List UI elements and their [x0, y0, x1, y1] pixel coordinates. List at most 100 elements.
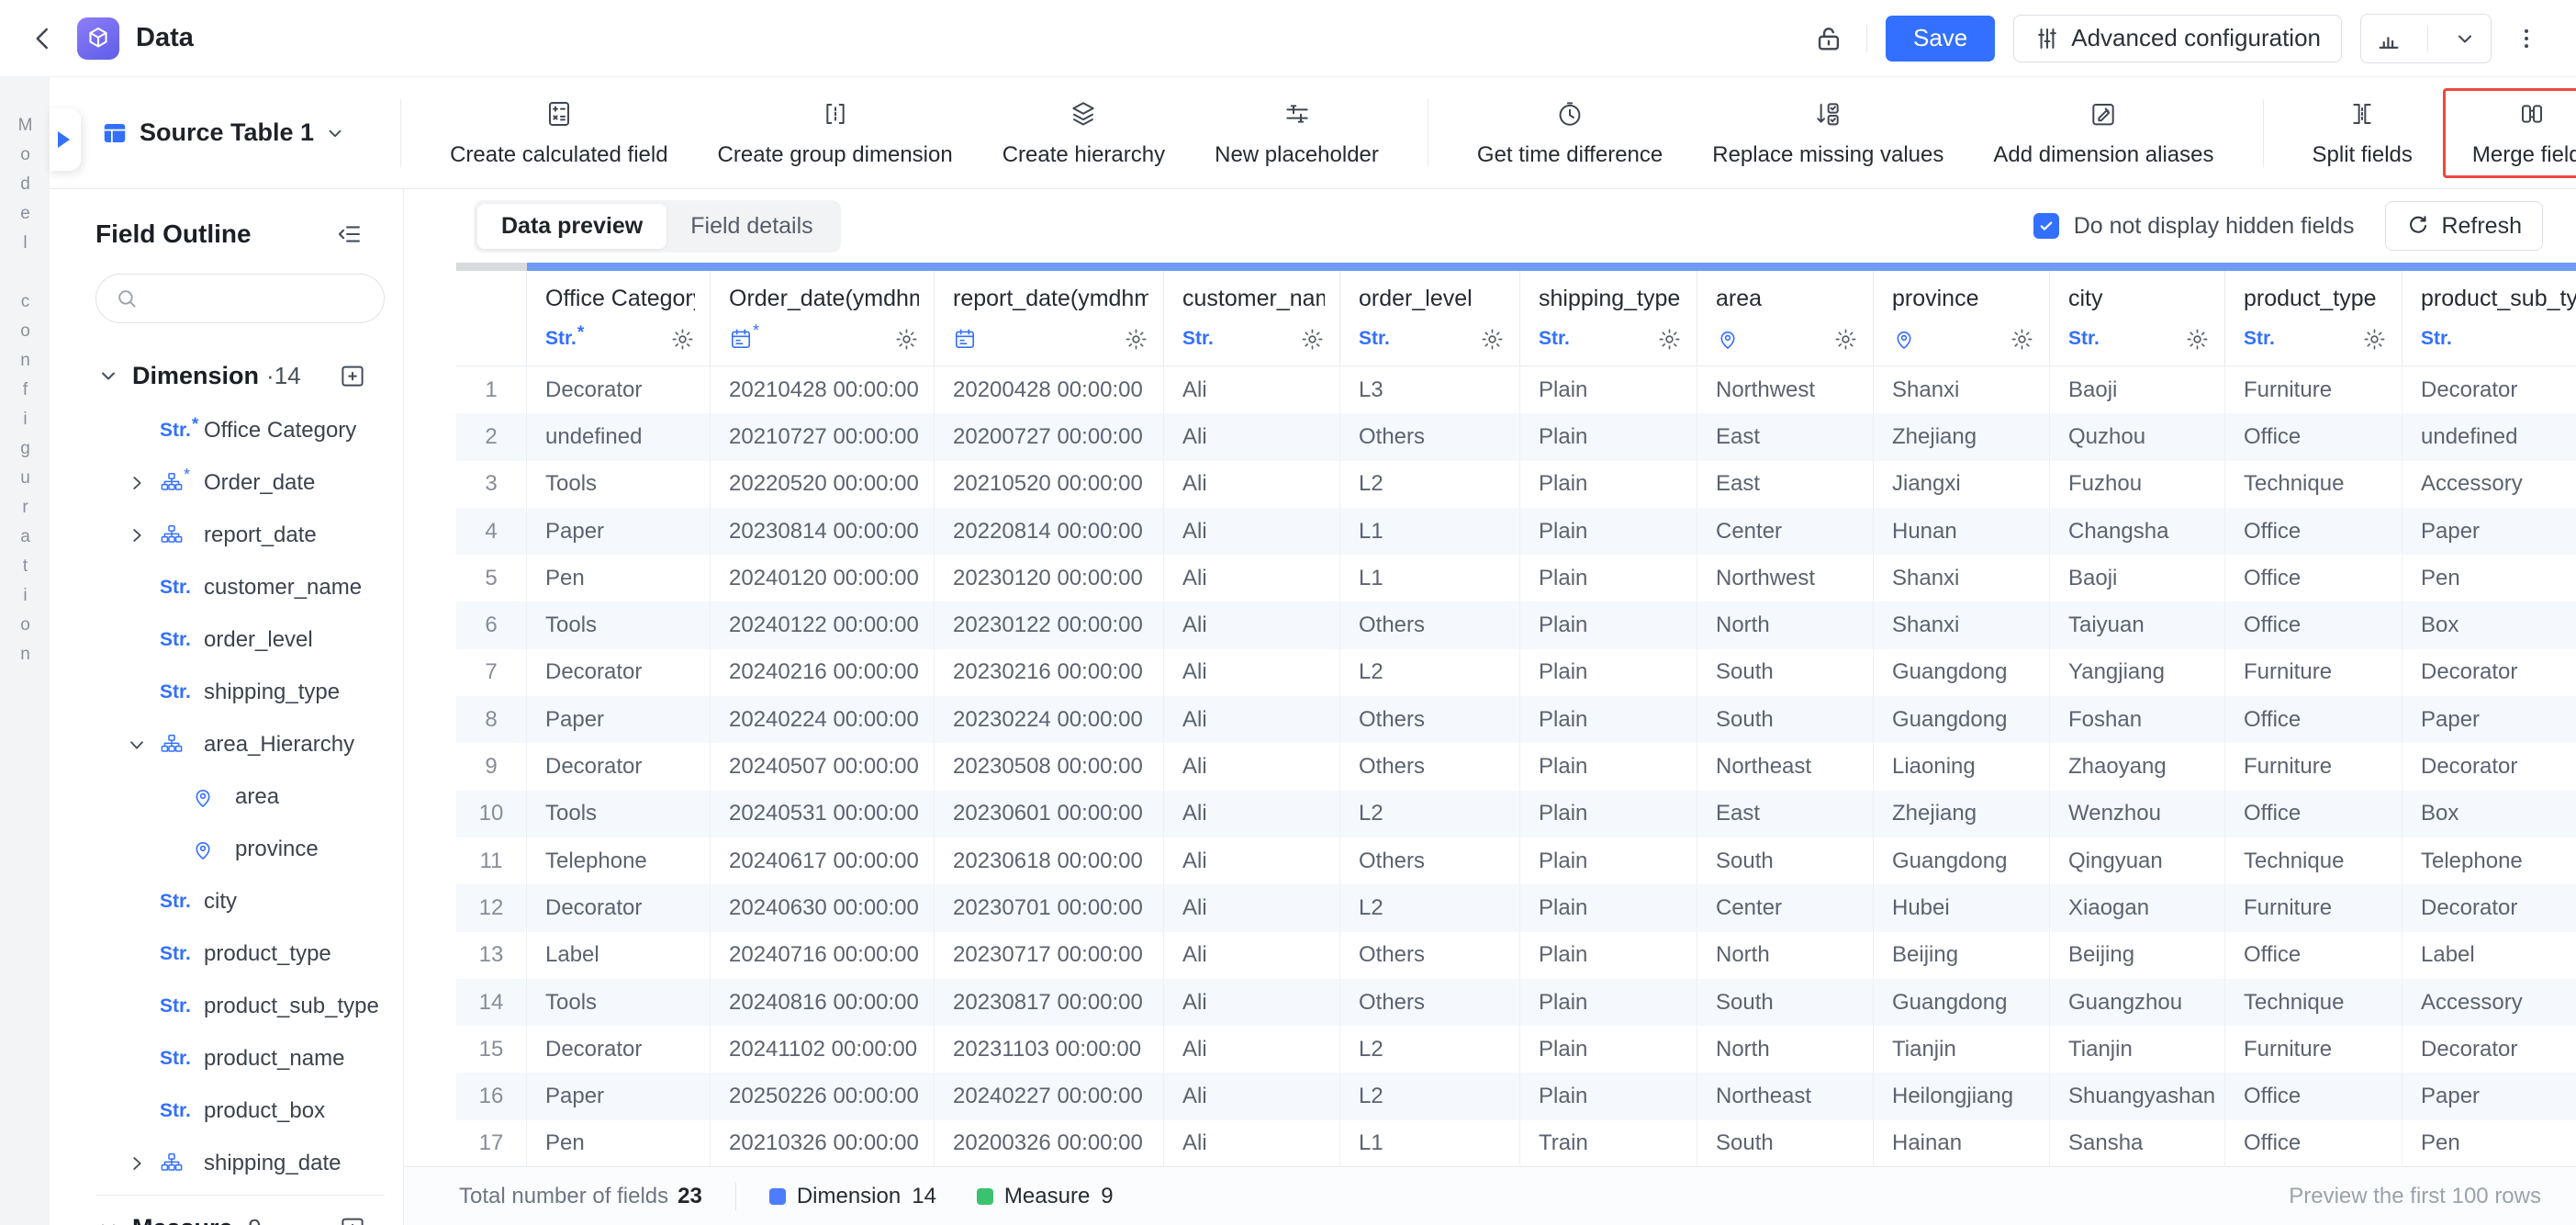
- row-number: 15: [456, 1026, 527, 1073]
- gear-icon[interactable]: [2185, 327, 2210, 352]
- column-header-order-date-ymdhms-[interactable]: Order_date(ymdhms) *: [711, 271, 935, 365]
- advanced-configuration-button[interactable]: Advanced configuration: [2013, 15, 2342, 62]
- field-item-shipping-date[interactable]: shipping_date: [50, 1137, 403, 1189]
- chevron-right-icon[interactable]: [127, 473, 160, 493]
- add-group-folder-icon[interactable]: [339, 1214, 366, 1225]
- replace-missing-values-button[interactable]: Replace missing values: [1687, 98, 1968, 168]
- save-button[interactable]: Save: [1886, 16, 1995, 62]
- table-row: 10Tools20240531 00:00:0020230601 00:00:0…: [456, 791, 2576, 837]
- chevron-down-icon[interactable]: [127, 735, 160, 755]
- create-hierarchy-button[interactable]: Create hierarchy: [978, 98, 1190, 168]
- bar-chart-icon[interactable]: [2361, 15, 2416, 62]
- field-item-province[interactable]: province: [50, 823, 403, 875]
- field-item-area-hierarchy[interactable]: area_Hierarchy: [50, 718, 403, 770]
- field-item-city[interactable]: Str.city: [50, 875, 403, 927]
- column-header-city[interactable]: city Str.: [2050, 271, 2225, 365]
- column-header-province[interactable]: province: [1874, 271, 2050, 365]
- field-search-input[interactable]: [95, 274, 385, 323]
- gear-icon[interactable]: [894, 327, 919, 352]
- gear-icon[interactable]: [1300, 327, 1325, 352]
- collapse-outline-icon[interactable]: [333, 218, 366, 251]
- table-cell: L2: [1340, 649, 1520, 696]
- chevron-right-icon[interactable]: [127, 525, 160, 545]
- new-placeholder-button[interactable]: New placeholder: [1190, 98, 1404, 168]
- string-type-icon: Str.: [160, 629, 191, 651]
- add-group-folder-icon[interactable]: [339, 362, 366, 389]
- split-fields-button[interactable]: Split fields: [2288, 98, 2437, 168]
- gear-icon[interactable]: [670, 327, 695, 352]
- table-scroll-bar[interactable]: [527, 263, 2576, 271]
- lock-button[interactable]: [1809, 19, 1848, 58]
- field-item-product-box[interactable]: Str.product_box: [50, 1085, 403, 1137]
- field-item-product-sub-type[interactable]: Str.product_sub_type: [50, 980, 403, 1032]
- column-header-product-type[interactable]: product_type Str.: [2225, 271, 2402, 365]
- tab-data-preview[interactable]: Data preview: [477, 204, 666, 249]
- play-triangle-icon: [58, 131, 70, 148]
- source-table-select[interactable]: Source Table 1: [101, 118, 345, 147]
- row-number: 16: [456, 1073, 527, 1119]
- table-cell: Ali: [1164, 508, 1340, 555]
- field-item-product-type[interactable]: Str.product_type: [50, 927, 403, 980]
- gear-icon[interactable]: [1480, 327, 1505, 352]
- column-header-shipping-type[interactable]: shipping_type Str.: [1520, 271, 1697, 365]
- string-type-icon: Str.: [1359, 328, 1390, 350]
- column-header-report-date-ymdhms-[interactable]: report_date(ymdhms): [935, 271, 1164, 365]
- column-header-customer-name[interactable]: customer_name Str.: [1164, 271, 1340, 365]
- chevron-down-icon[interactable]: [2439, 15, 2491, 62]
- gear-icon[interactable]: [2010, 327, 2034, 352]
- dimension-section-header[interactable]: Dimension ·14: [50, 347, 403, 404]
- gear-icon[interactable]: [1124, 327, 1148, 352]
- chevron-right-icon[interactable]: [127, 1153, 160, 1174]
- create-group-dimension-button[interactable]: Create group dimension: [693, 98, 978, 168]
- gear-icon[interactable]: [1833, 327, 1858, 352]
- get-time-difference-button[interactable]: Get time difference: [1452, 98, 1687, 168]
- field-item-office-category[interactable]: Str.*Office Category: [50, 404, 403, 456]
- field-item-customer-name[interactable]: Str.customer_name: [50, 561, 403, 613]
- table-cell: Decorator: [527, 743, 711, 790]
- column-header-order-level[interactable]: order_level Str.: [1340, 271, 1520, 365]
- measure-section-header[interactable]: Measure ·9: [50, 1199, 403, 1225]
- table-cell: Sansha: [2050, 1120, 2225, 1166]
- table-cell: 20230701 00:00:00: [935, 884, 1164, 931]
- create-calculated-field-button[interactable]: Create calculated field: [425, 98, 692, 168]
- field-item-order-level[interactable]: Str.order_level: [50, 613, 403, 666]
- table-cell: Plain: [1520, 696, 1697, 743]
- expand-panel-button[interactable]: [50, 108, 81, 171]
- chart-type-button[interactable]: [2360, 14, 2492, 63]
- table-cell: Ali: [1164, 1026, 1340, 1073]
- table-cell: Office: [2225, 791, 2402, 837]
- column-header-office-category[interactable]: Office Category Str.*: [527, 271, 711, 365]
- chevron-down-icon[interactable]: [97, 365, 119, 387]
- table-cell: 20230120 00:00:00: [935, 555, 1164, 601]
- tab-field-details[interactable]: Field details: [666, 204, 836, 249]
- table-cell: L1: [1340, 1120, 1520, 1166]
- gear-icon[interactable]: [2362, 327, 2387, 352]
- field-item-report-date[interactable]: report_date: [50, 509, 403, 561]
- field-item-shipping-type[interactable]: Str.shipping_type: [50, 666, 403, 718]
- model-configuration-label: Model configuration: [15, 116, 35, 1225]
- gear-icon[interactable]: [1657, 327, 1682, 352]
- field-item-area[interactable]: area: [50, 770, 403, 823]
- kebab-menu-icon[interactable]: [2510, 22, 2543, 55]
- table-cell: 20240120 00:00:00: [711, 555, 935, 601]
- refresh-button[interactable]: Refresh: [2385, 201, 2543, 251]
- table-cell: Box: [2402, 601, 2576, 648]
- table-cell: Shuangyashan: [2050, 1073, 2225, 1119]
- column-header-product-sub-type[interactable]: product_sub_type Str.: [2402, 271, 2576, 365]
- field-item-product-name[interactable]: Str.product_name: [50, 1032, 403, 1085]
- table-cell: Hubei: [1874, 884, 2050, 931]
- table-cell: Ali: [1164, 413, 1340, 460]
- back-button[interactable]: [26, 21, 61, 56]
- hide-hidden-fields-checkbox[interactable]: [2033, 213, 2059, 239]
- table-cell: Plain: [1520, 1026, 1697, 1073]
- field-outline-title: Field Outline: [95, 219, 252, 249]
- table-cell: undefined: [527, 413, 711, 460]
- add-dimension-aliases-button[interactable]: Add dimension aliases: [1968, 98, 2238, 168]
- chevron-down-icon[interactable]: [97, 1217, 119, 1225]
- row-number: 11: [456, 837, 527, 884]
- table-cell: Others: [1340, 601, 1520, 648]
- field-item-order-date[interactable]: *Order_date: [50, 456, 403, 509]
- merge-fields-button[interactable]: Merge fields: [2447, 98, 2576, 168]
- column-header-area[interactable]: area: [1697, 271, 1874, 365]
- table-cell: Taiyuan: [2050, 601, 2225, 648]
